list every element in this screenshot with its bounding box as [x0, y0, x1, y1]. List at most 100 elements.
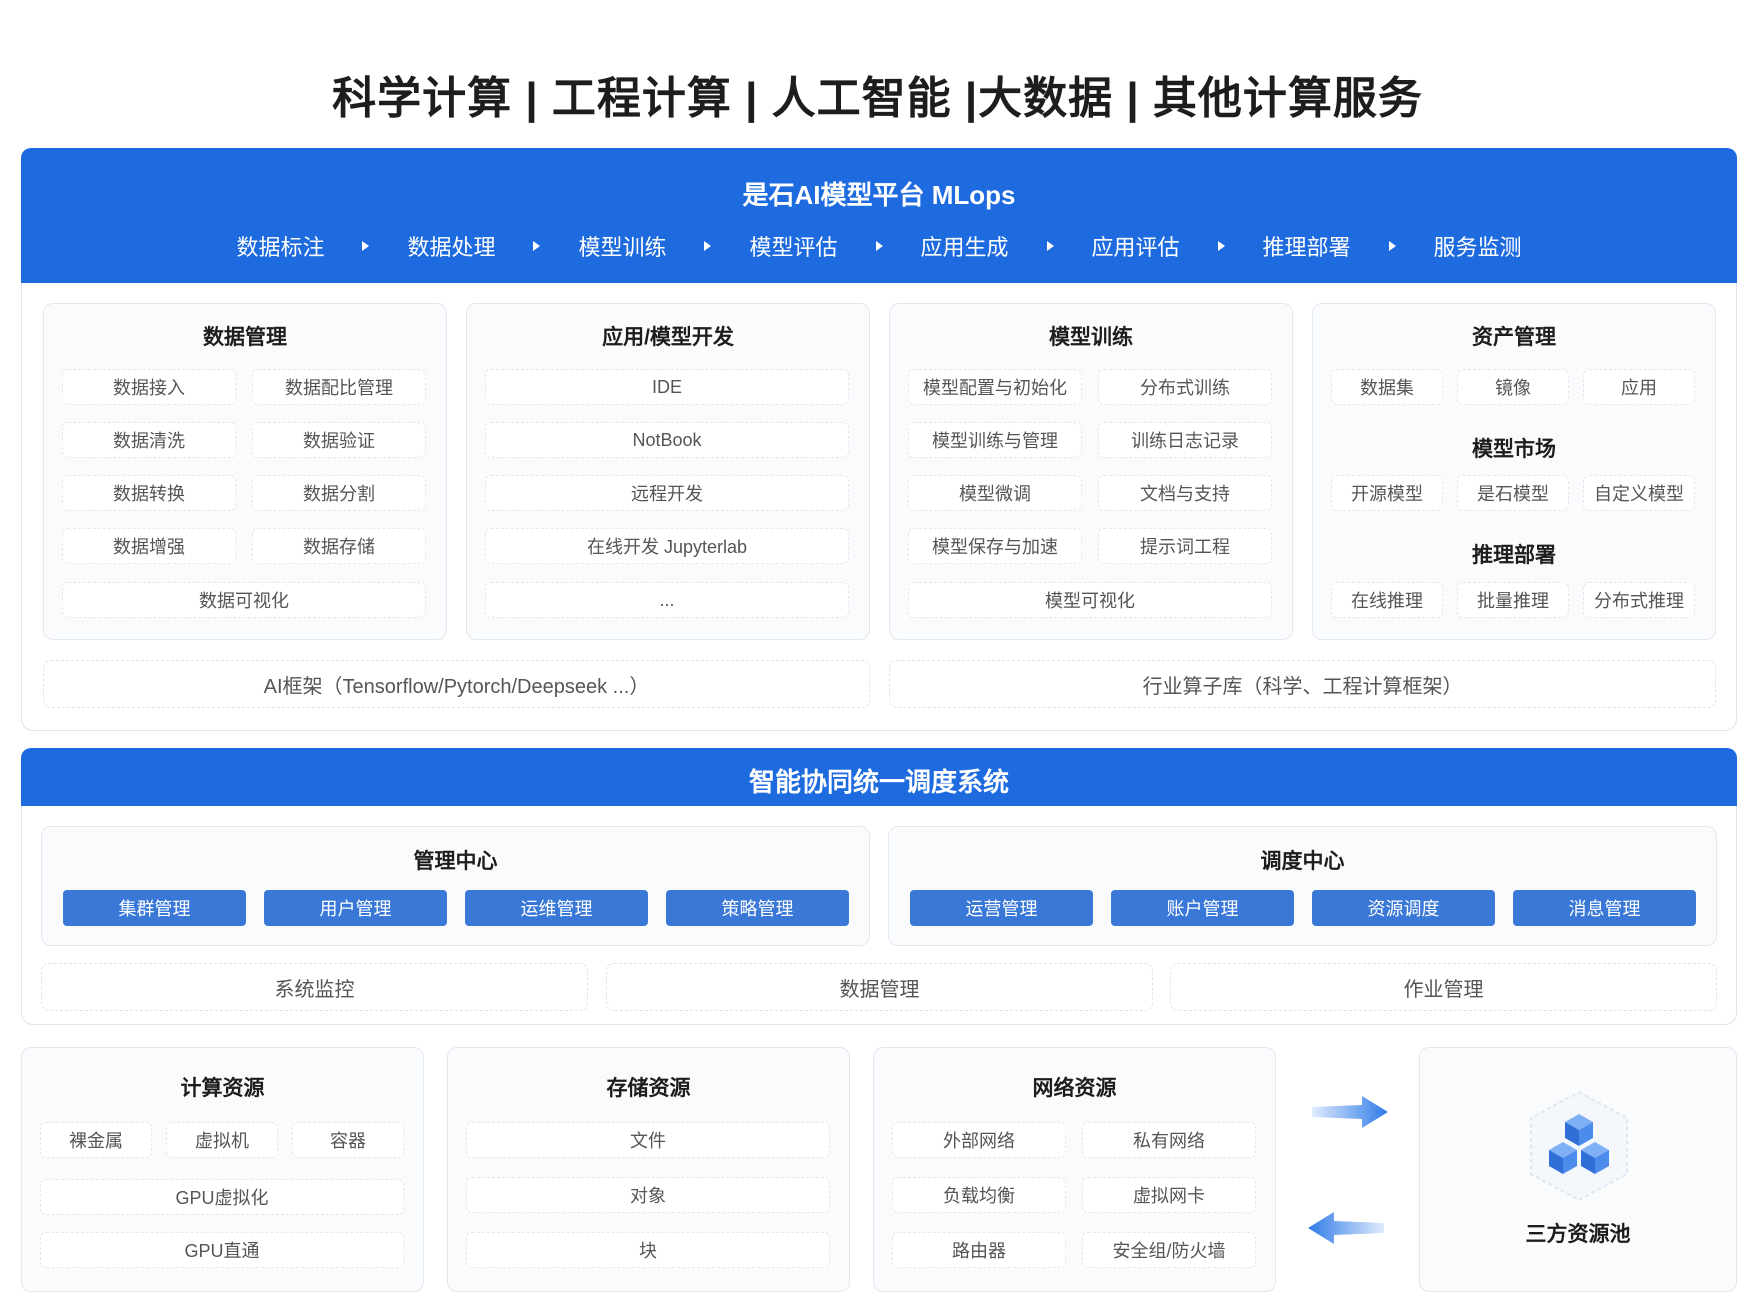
- module-item[interactable]: 数据接入: [62, 369, 236, 405]
- pipeline-step: 数据标注: [236, 235, 325, 260]
- third-party-pool-card: 三方资源池: [1419, 1047, 1737, 1292]
- operation-management-button[interactable]: 运营管理: [910, 890, 1093, 926]
- module-item[interactable]: 在线推理: [1331, 582, 1443, 618]
- module-item[interactable]: 镜像: [1457, 369, 1569, 405]
- resource-item[interactable]: 对象: [466, 1177, 830, 1213]
- card-title: 三方资源池: [1525, 1223, 1631, 1246]
- resource-item[interactable]: 容器: [292, 1122, 404, 1158]
- module-item[interactable]: NotBook: [485, 422, 849, 458]
- module-item[interactable]: 数据验证: [252, 422, 426, 458]
- cubes-icon: [1530, 1090, 1628, 1202]
- module-item[interactable]: 数据清洗: [62, 422, 236, 458]
- mlops-pipeline: 数据标注 数据处理 模型训练 模型评估 应用生成 应用评估 推理部署 服务监测: [21, 230, 1737, 262]
- compute-resources-card: 计算资源 裸金属 虚拟机 容器 GPU虚拟化 GPU直通: [21, 1047, 424, 1292]
- arrow-right-icon: [1046, 241, 1054, 251]
- resource-item[interactable]: 负载均衡: [892, 1177, 1066, 1213]
- data-management: 数据管理: [606, 963, 1153, 1011]
- card-title: 存储资源: [606, 1077, 691, 1100]
- module-item[interactable]: 数据集: [1331, 369, 1443, 405]
- message-management-button[interactable]: 消息管理: [1513, 890, 1696, 926]
- resource-item[interactable]: 块: [466, 1232, 830, 1268]
- card-title: 资产管理: [1472, 326, 1556, 349]
- pipeline-step: 模型评估: [749, 235, 838, 260]
- resource-item[interactable]: 虚拟网卡: [1082, 1177, 1256, 1213]
- policy-management-button[interactable]: 策略管理: [666, 890, 849, 926]
- resource-item[interactable]: 裸金属: [40, 1122, 152, 1158]
- module-item[interactable]: 模型可视化: [908, 582, 1272, 618]
- inference-deploy-title: 推理部署: [1472, 544, 1556, 567]
- arrow-right-icon: [1217, 241, 1225, 251]
- module-item[interactable]: ...: [485, 582, 849, 618]
- pipeline-step: 模型训练: [578, 235, 667, 260]
- dispatch-center-card: 调度中心 运营管理 账户管理 资源调度 消息管理: [888, 826, 1717, 946]
- page-title: 科学计算 | 工程计算 | 人工智能 |大数据 | 其他计算服务: [332, 74, 1423, 123]
- module-item[interactable]: 模型微调: [908, 475, 1082, 511]
- resource-item[interactable]: 外部网络: [892, 1122, 1066, 1158]
- resource-item[interactable]: 路由器: [892, 1232, 1066, 1268]
- module-item[interactable]: 模型训练与管理: [908, 422, 1082, 458]
- pipeline-step: 应用评估: [1091, 235, 1180, 260]
- pipeline-step: 推理部署: [1262, 235, 1351, 260]
- pipeline-step: 服务监测: [1433, 235, 1522, 260]
- asset-management-card: 资产管理 数据集 镜像 应用 模型市场 开源模型 是石模型 自定义模型 推理部署…: [1312, 303, 1716, 640]
- module-item[interactable]: 分布式推理: [1583, 582, 1695, 618]
- arrow-right-icon: [1312, 1096, 1388, 1128]
- data-management-card: 数据管理 数据接入 数据配比管理 数据清洗 数据验证 数据转换 数据分割 数据增…: [43, 303, 447, 640]
- card-title: 计算资源: [180, 1077, 265, 1100]
- module-item[interactable]: 数据分割: [252, 475, 426, 511]
- model-market-title: 模型市场: [1472, 438, 1556, 461]
- module-item[interactable]: 开源模型: [1331, 475, 1443, 511]
- mlops-header: 是石AI模型平台 MLops 数据标注 数据处理 模型训练 模型评估 应用生成 …: [21, 148, 1737, 283]
- module-item[interactable]: 数据配比管理: [252, 369, 426, 405]
- storage-resources-card: 存储资源 文件 对象 块: [447, 1047, 850, 1292]
- module-item[interactable]: 文档与支持: [1098, 475, 1272, 511]
- module-item[interactable]: 自定义模型: [1583, 475, 1695, 511]
- card-title: 调度中心: [1260, 850, 1345, 873]
- card-title: 网络资源: [1032, 1077, 1117, 1100]
- module-item[interactable]: IDE: [485, 369, 849, 405]
- arrow-left-icon: [1308, 1212, 1384, 1244]
- pipeline-step: 数据处理: [407, 235, 496, 260]
- arrow-right-icon: [704, 241, 712, 251]
- mlops-title: 是石AI模型平台 MLops: [742, 180, 1016, 210]
- management-center-card: 管理中心 集群管理 用户管理 运维管理 策略管理: [41, 826, 870, 946]
- job-management: 作业管理: [1170, 963, 1717, 1011]
- module-item[interactable]: 在线开发 Jupyterlab: [485, 528, 849, 564]
- resource-item[interactable]: 私有网络: [1082, 1122, 1256, 1158]
- module-item[interactable]: 数据增强: [62, 528, 236, 564]
- card-title: 应用/模型开发: [602, 326, 734, 349]
- network-resources-card: 网络资源 外部网络 私有网络 负载均衡 虚拟网卡 路由器 安全组/防火墙: [873, 1047, 1276, 1292]
- module-item[interactable]: 批量推理: [1457, 582, 1569, 618]
- module-item[interactable]: 应用: [1583, 369, 1695, 405]
- resource-item[interactable]: 安全组/防火墙: [1082, 1232, 1256, 1268]
- module-item[interactable]: 是石模型: [1457, 475, 1569, 511]
- cluster-management-button[interactable]: 集群管理: [63, 890, 246, 926]
- module-item[interactable]: 数据转换: [62, 475, 236, 511]
- module-item[interactable]: 提示词工程: [1098, 528, 1272, 564]
- card-title: 模型训练: [1049, 326, 1133, 349]
- pipeline-step: 应用生成: [920, 235, 1009, 260]
- module-item[interactable]: 模型配置与初始化: [908, 369, 1082, 405]
- module-item[interactable]: 模型保存与加速: [908, 528, 1082, 564]
- ops-management-button[interactable]: 运维管理: [465, 890, 648, 926]
- card-title: 管理中心: [413, 850, 498, 873]
- arrow-right-icon: [1388, 241, 1396, 251]
- module-item[interactable]: 数据存储: [252, 528, 426, 564]
- app-model-dev-card: 应用/模型开发 IDE NotBook 远程开发 在线开发 Jupyterlab…: [466, 303, 870, 640]
- module-item[interactable]: 远程开发: [485, 475, 849, 511]
- module-item[interactable]: 分布式训练: [1098, 369, 1272, 405]
- resource-item[interactable]: 虚拟机: [166, 1122, 278, 1158]
- resource-scheduling-button[interactable]: 资源调度: [1312, 890, 1495, 926]
- user-management-button[interactable]: 用户管理: [264, 890, 447, 926]
- account-management-button[interactable]: 账户管理: [1111, 890, 1294, 926]
- ai-framework: AI框架（Tensorflow/Pytorch/Deepseek ...）: [43, 660, 870, 708]
- module-item[interactable]: 训练日志记录: [1098, 422, 1272, 458]
- system-monitor: 系统监控: [41, 963, 588, 1011]
- card-title: 数据管理: [203, 326, 287, 349]
- resource-item[interactable]: GPU直通: [40, 1232, 404, 1268]
- module-item[interactable]: 数据可视化: [62, 582, 426, 618]
- resource-item[interactable]: 文件: [466, 1122, 830, 1158]
- arrow-right-icon: [533, 241, 541, 251]
- scheduler-header: 智能协同统一调度系统: [21, 748, 1737, 806]
- resource-item[interactable]: GPU虚拟化: [40, 1179, 404, 1215]
